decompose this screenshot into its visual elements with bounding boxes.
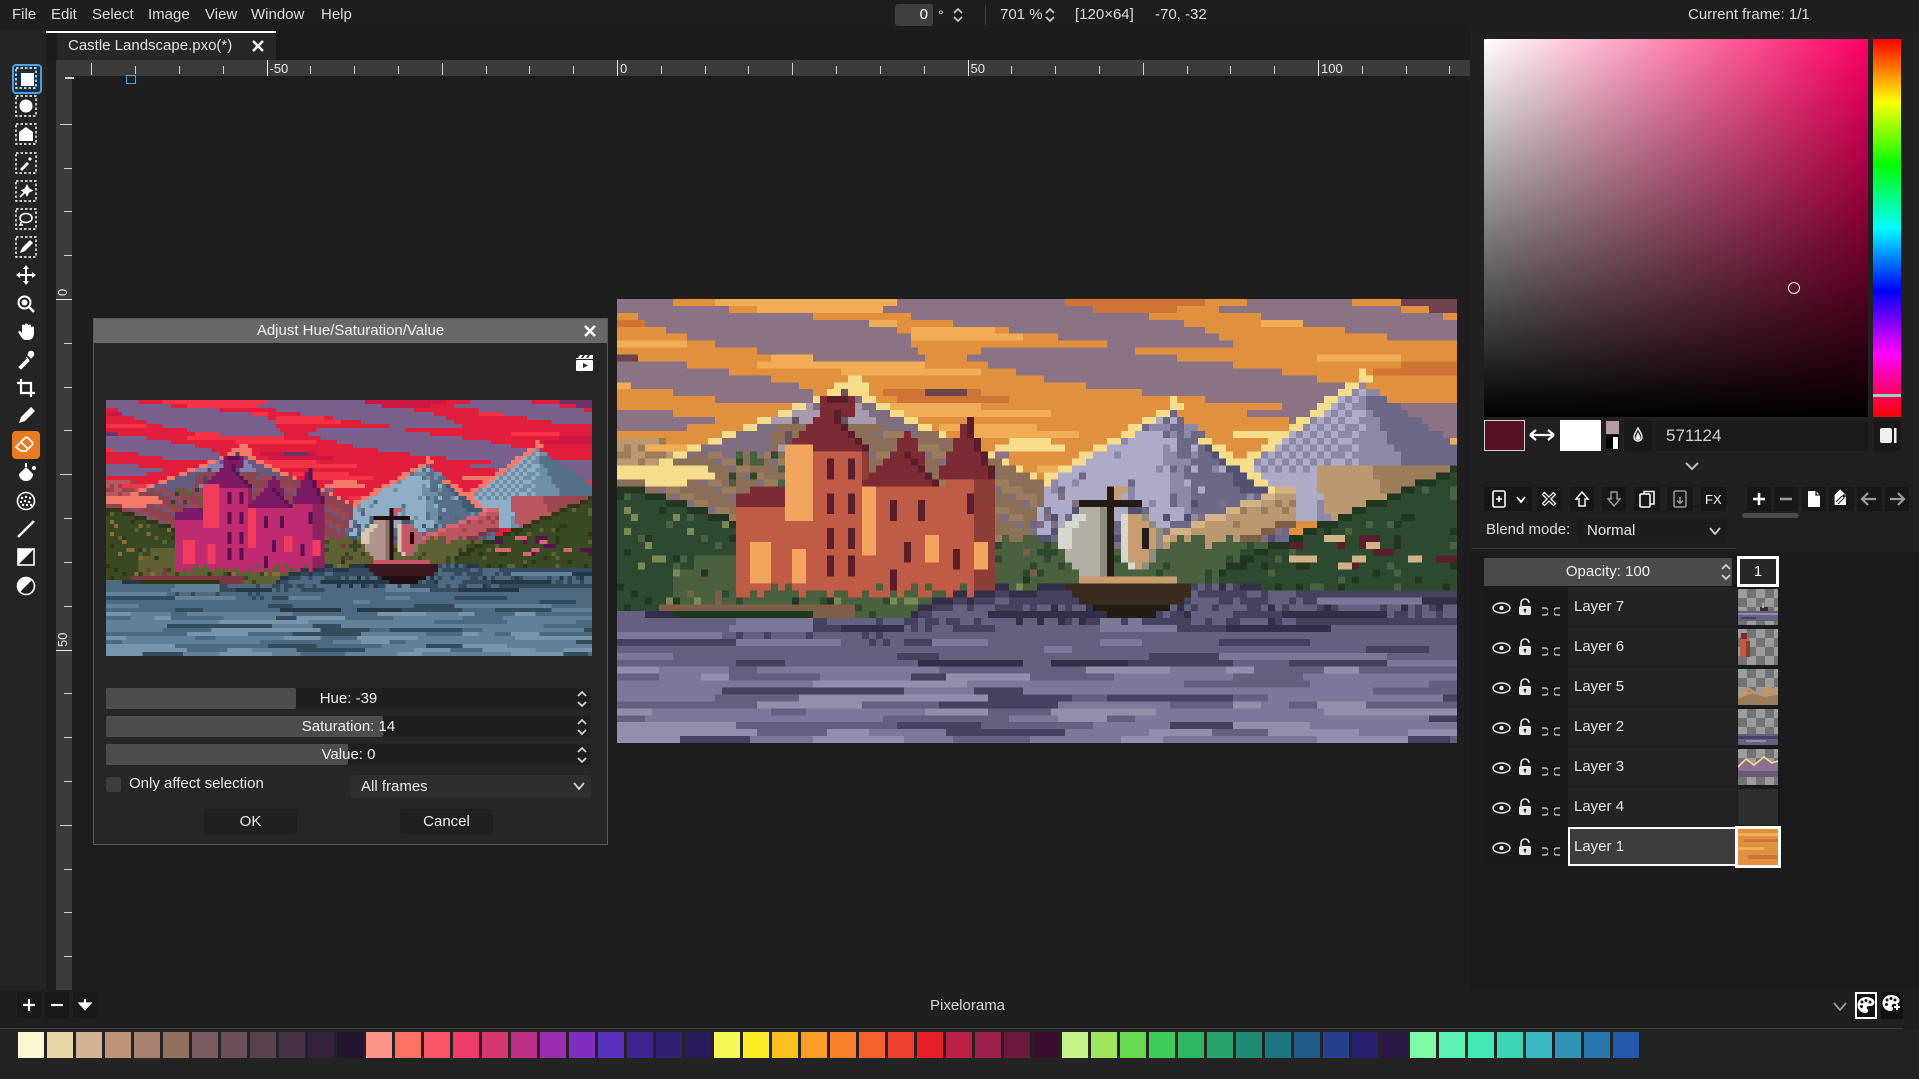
svg-text:FX: FX: [1705, 492, 1722, 507]
